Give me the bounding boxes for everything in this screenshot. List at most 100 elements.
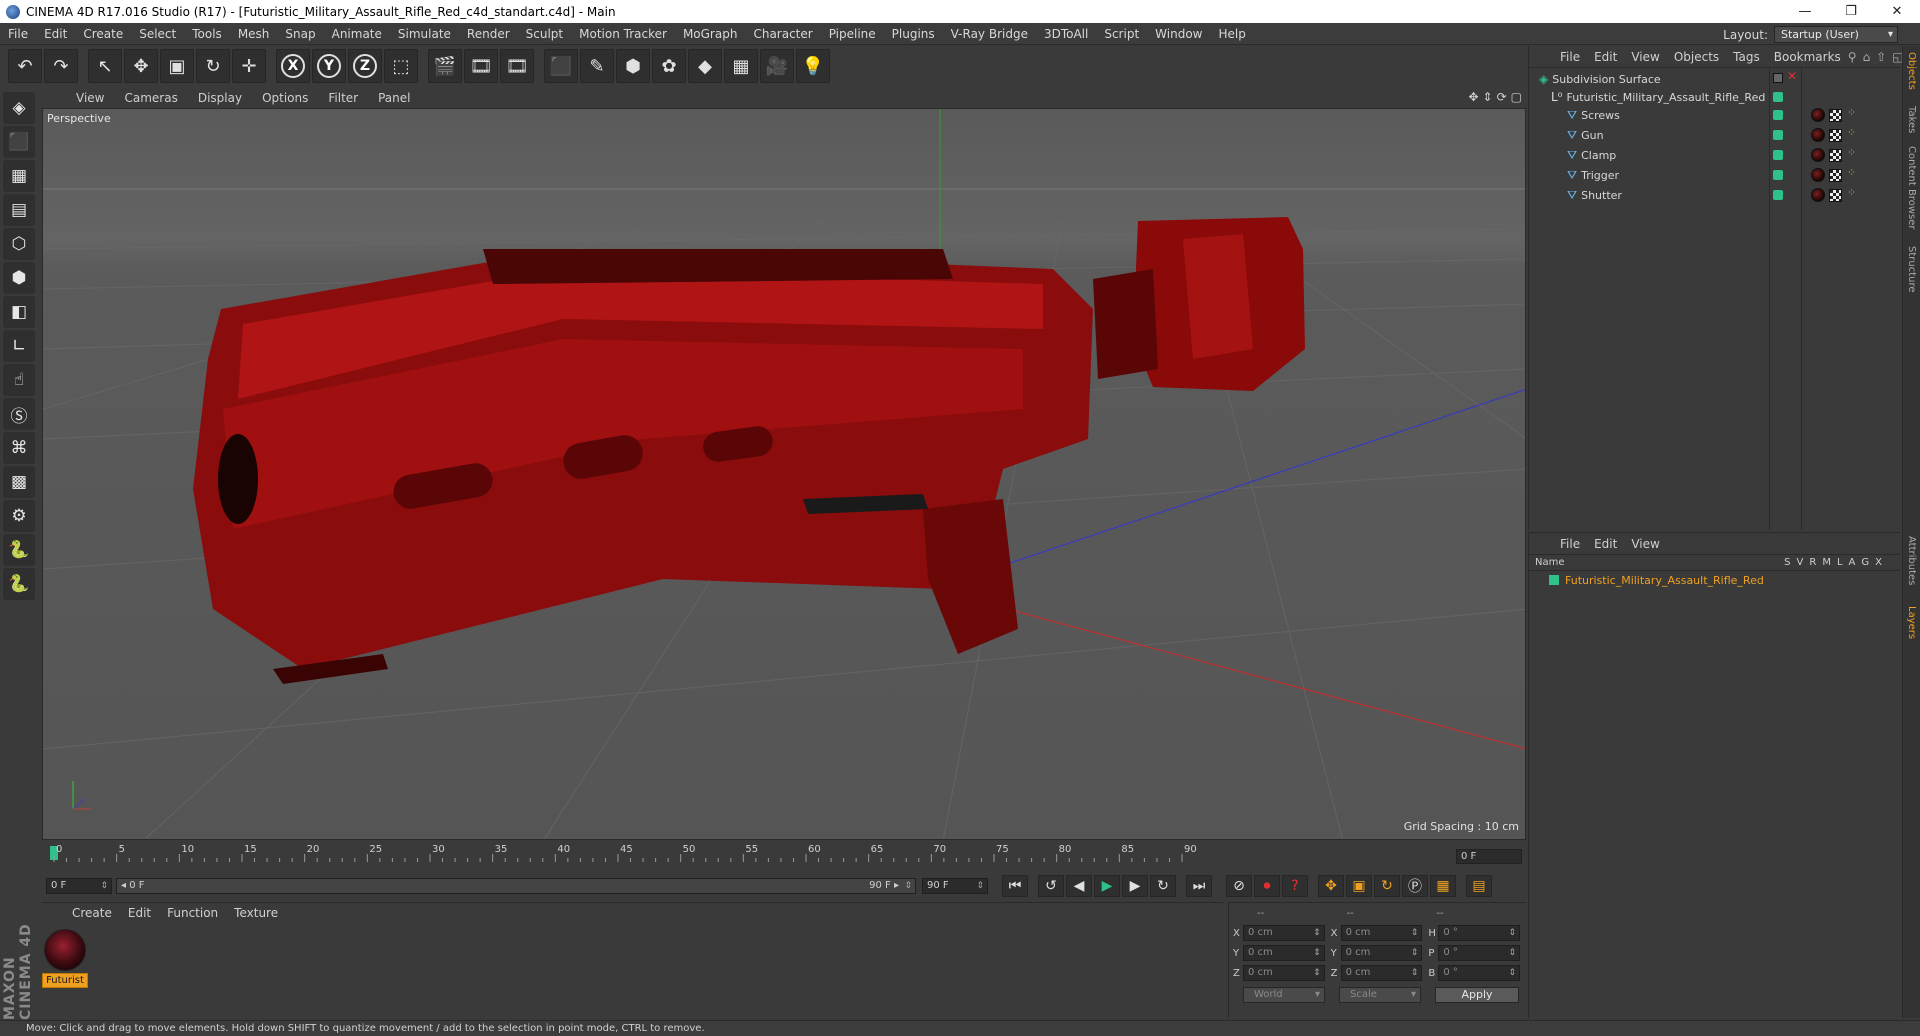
menu-edit[interactable]: Edit	[36, 23, 75, 45]
menu-character[interactable]: Character	[745, 23, 820, 45]
menu-help[interactable]: Help	[1210, 23, 1253, 45]
key-parameter-icon[interactable]: Ⓟ	[1402, 875, 1428, 897]
object-menu-file[interactable]: File	[1553, 50, 1587, 64]
uvw-tag-icon[interactable]	[1829, 189, 1842, 202]
tab-structure[interactable]: Structure	[1906, 246, 1917, 293]
play-forward-icon[interactable]: ▶	[1094, 875, 1120, 897]
timeline-frame-field[interactable]: 0 F	[1456, 849, 1522, 864]
render-picture-viewer-icon[interactable]: 🎞	[464, 49, 498, 83]
python-script-icon[interactable]: 🐍	[3, 534, 35, 566]
key-position-icon[interactable]: ✥	[1318, 875, 1344, 897]
max-frame-field[interactable]: 90 F	[922, 878, 988, 894]
menu-motion-tracker[interactable]: Motion Tracker	[571, 23, 675, 45]
phong-tag-icon[interactable]: ⁘	[1847, 106, 1856, 119]
uvw-tag-icon[interactable]	[1829, 169, 1842, 182]
current-frame-field[interactable]: 0 F	[46, 878, 112, 894]
object-menu-objects[interactable]: Objects	[1667, 50, 1726, 64]
rotation-b-field[interactable]: 0 °	[1438, 965, 1521, 981]
maximize-view-icon[interactable]: ▢	[1511, 90, 1522, 104]
tab-takes[interactable]: Takes	[1906, 106, 1917, 133]
up-icon[interactable]: ⇧	[1876, 50, 1886, 64]
object-row-screws[interactable]: ⛛ Screws	[1567, 106, 1620, 124]
phong-tag-icon[interactable]: ⁘	[1847, 186, 1856, 199]
undo-icon[interactable]: ↶	[8, 49, 42, 83]
layer-menu-file[interactable]: File	[1553, 537, 1587, 551]
material-tag-icon[interactable]	[1811, 108, 1825, 122]
menu-3dtoall[interactable]: 3DToAll	[1036, 23, 1096, 45]
object-row-shutter[interactable]: ⛛ Shutter	[1567, 186, 1622, 204]
material-item[interactable]: Futurist	[42, 929, 88, 988]
material-menu-texture[interactable]: Texture	[226, 906, 286, 920]
go-to-end-icon[interactable]: ⏭	[1186, 875, 1212, 897]
layer-menu-edit[interactable]: Edit	[1587, 537, 1624, 551]
timeline-ruler[interactable]: 0 5 10 15 20 25 30 35 40 45 50 55 60 65 70 75 80 85 90 0 F	[42, 842, 1526, 870]
visibility-icon[interactable]	[1773, 130, 1783, 140]
object-row-trigger[interactable]: ⛛ Trigger	[1567, 166, 1619, 184]
material-name[interactable]: Futurist	[42, 973, 88, 988]
layer-row[interactable]: Futuristic_Military_Assault_Rifle_Red	[1529, 571, 1900, 589]
workplane-lock-icon[interactable]: ▩	[3, 466, 35, 498]
minimize-button[interactable]: —	[1782, 0, 1828, 23]
menu-sculpt[interactable]: Sculpt	[518, 23, 571, 45]
points-mode-icon[interactable]: ⬡	[3, 228, 35, 260]
rotate-tool-icon[interactable]: ↻	[196, 49, 230, 83]
material-preview-ball[interactable]	[44, 929, 86, 971]
material-tag-icon[interactable]	[1811, 148, 1825, 162]
next-key-icon[interactable]: ↻	[1150, 875, 1176, 897]
visibility-icon[interactable]	[1773, 110, 1783, 120]
layer-menu-view[interactable]: View	[1624, 537, 1666, 551]
edges-mode-icon[interactable]: ⬢	[3, 262, 35, 294]
locked-workplane-icon[interactable]: ⚙	[3, 500, 35, 532]
key-scale-icon[interactable]: ▣	[1346, 875, 1372, 897]
menu-select[interactable]: Select	[131, 23, 184, 45]
material-menu-create[interactable]: Create	[64, 906, 120, 920]
object-menu-bookmarks[interactable]: Bookmarks	[1767, 50, 1848, 64]
orbit-icon[interactable]: ⟳	[1497, 90, 1507, 104]
menu-render[interactable]: Render	[459, 23, 518, 45]
key-rotation-icon[interactable]: ↻	[1374, 875, 1400, 897]
floor-icon[interactable]: ▦	[724, 49, 758, 83]
spline-pen-icon[interactable]: ✎	[580, 49, 614, 83]
menu-snap[interactable]: Snap	[277, 23, 323, 45]
subdivision-disable-icon[interactable]: ✕	[1787, 69, 1797, 83]
subdivision-surface-icon[interactable]: ⬢	[616, 49, 650, 83]
auto-keying-icon[interactable]: ?	[1282, 875, 1308, 897]
cloner-icon[interactable]: ✿	[652, 49, 686, 83]
x-axis-lock-button[interactable]: X	[276, 49, 310, 83]
phong-tag-icon[interactable]: ⁘	[1847, 126, 1856, 139]
record-active-icon[interactable]: ⏺	[1254, 875, 1280, 897]
snap-icon[interactable]: ⌘	[3, 432, 35, 464]
viewport-menu-options[interactable]: Options	[252, 91, 318, 105]
move-tool-icon[interactable]: ✥	[124, 49, 158, 83]
subdivision-check-icon[interactable]	[1773, 73, 1783, 83]
tweak-mode-icon[interactable]: ☝	[3, 364, 35, 396]
object-row-subdivision-surface[interactable]: ◈ Subdivision Surface	[1539, 70, 1661, 88]
axis-mode-icon[interactable]: ∟	[3, 330, 35, 362]
polygons-mode-icon[interactable]: ◧	[3, 296, 35, 328]
live-selection-icon[interactable]: ✛	[232, 49, 266, 83]
camera-icon[interactable]: 🎥	[760, 49, 794, 83]
menu-plugins[interactable]: Plugins	[884, 23, 943, 45]
position-z-field[interactable]: 0 cm	[1242, 965, 1325, 981]
step-back-icon[interactable]: ◀	[1066, 875, 1092, 897]
phong-tag-icon[interactable]: ⁘	[1847, 166, 1856, 179]
redo-icon[interactable]: ↷	[44, 49, 78, 83]
select-tool-icon[interactable]: ↖	[88, 49, 122, 83]
y-axis-lock-button[interactable]: Y	[312, 49, 346, 83]
apply-button[interactable]: Apply	[1435, 987, 1519, 1003]
menu-file[interactable]: File	[0, 23, 36, 45]
preview-range-slider[interactable]: ◂ 0 F 90 F ▸	[116, 878, 916, 894]
object-menu-view[interactable]: View	[1624, 50, 1666, 64]
python-script-2-icon[interactable]: 🐍	[3, 568, 35, 600]
render-view-icon[interactable]: 🎬	[428, 49, 462, 83]
material-menu-edit[interactable]: Edit	[120, 906, 159, 920]
render-settings-icon[interactable]: 🎞	[500, 49, 534, 83]
restore-button[interactable]: ❐	[1828, 0, 1874, 23]
menu-vray-bridge[interactable]: V-Ray Bridge	[943, 23, 1036, 45]
material-tag-icon[interactable]	[1811, 168, 1825, 182]
object-menu-edit[interactable]: Edit	[1587, 50, 1624, 64]
menu-animate[interactable]: Animate	[324, 23, 390, 45]
cube-primitive-icon[interactable]: ⬛	[544, 49, 578, 83]
record-off-icon[interactable]: ⊘	[1226, 875, 1252, 897]
close-button[interactable]: ✕	[1874, 0, 1920, 23]
